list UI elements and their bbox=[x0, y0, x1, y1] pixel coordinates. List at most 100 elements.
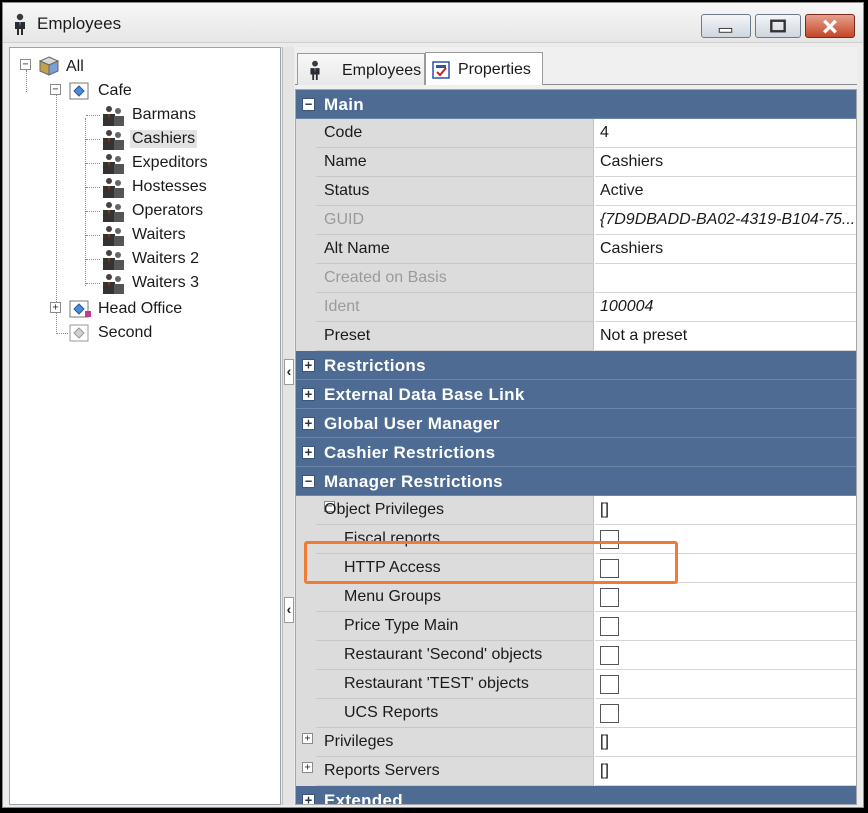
category-extended[interactable]: + Extended bbox=[296, 786, 856, 804]
expand-icon[interactable]: + bbox=[302, 359, 315, 372]
close-button[interactable] bbox=[805, 14, 855, 38]
property-row-preset[interactable]: Preset Not a preset bbox=[296, 322, 856, 351]
tree-node-group[interactable]: Operators bbox=[86, 200, 276, 222]
tree-node-all[interactable]: − All bbox=[20, 56, 220, 78]
tree-label: Hostesses bbox=[132, 178, 207, 195]
property-row-ident[interactable]: Ident 100004 bbox=[296, 293, 856, 322]
property-name: GUID bbox=[324, 211, 364, 228]
collapse-icon[interactable]: − bbox=[50, 84, 61, 95]
expand-icon[interactable]: + bbox=[50, 302, 61, 313]
property-row-status[interactable]: Status Active bbox=[296, 177, 856, 206]
expand-icon[interactable]: + bbox=[302, 417, 315, 430]
property-row-http-access[interactable]: HTTP Access bbox=[296, 554, 856, 583]
expand-icon[interactable]: + bbox=[302, 446, 315, 459]
checkbox[interactable] bbox=[600, 530, 619, 549]
property-name: Reports Servers bbox=[324, 762, 440, 779]
row-margin bbox=[296, 699, 316, 728]
expand-icon[interactable]: + bbox=[302, 794, 315, 804]
tree-node-cafe[interactable]: − Cafe bbox=[50, 80, 250, 102]
minimize-button[interactable] bbox=[701, 14, 751, 38]
checkbox[interactable] bbox=[600, 559, 619, 578]
properties-icon bbox=[432, 61, 450, 79]
tree-line bbox=[86, 211, 100, 212]
property-row-created-on-basis[interactable]: Created on Basis bbox=[296, 264, 856, 293]
property-row-menu-groups[interactable]: Menu Groups bbox=[296, 583, 856, 612]
category-external-data-base-link[interactable]: + External Data Base Link bbox=[296, 380, 856, 409]
property-row-guid[interactable]: GUID {7D9DBADD-BA02-4319-B104-75... bbox=[296, 206, 856, 235]
property-name: UCS Reports bbox=[344, 704, 439, 721]
collapse-left-icon[interactable]: ‹ bbox=[284, 597, 294, 623]
employee-icon bbox=[15, 13, 25, 35]
tree-node-group[interactable]: Waiters 2 bbox=[86, 248, 276, 270]
expand-icon[interactable]: + bbox=[302, 762, 313, 773]
property-name: Ident bbox=[324, 298, 360, 315]
collapse-left-icon[interactable]: ‹ bbox=[284, 359, 294, 385]
category-global-user-manager[interactable]: + Global User Manager bbox=[296, 409, 856, 438]
tree-node-group[interactable]: Waiters bbox=[86, 224, 276, 246]
property-row-price-type-main[interactable]: Price Type Main bbox=[296, 612, 856, 641]
property-value[interactable]: 4 bbox=[600, 124, 609, 142]
tree-label: Operators bbox=[132, 202, 204, 219]
checkbox[interactable] bbox=[600, 646, 619, 665]
collapse-icon[interactable]: − bbox=[20, 59, 31, 70]
checkbox[interactable] bbox=[600, 675, 619, 694]
property-row-restaurant-second[interactable]: Restaurant 'Second' objects bbox=[296, 641, 856, 670]
property-value[interactable]: [] bbox=[600, 762, 609, 780]
people-group-icon bbox=[103, 202, 124, 222]
property-row-privileges[interactable]: + Privileges [] bbox=[296, 728, 856, 757]
panel-splitter[interactable]: ‹ ‹ bbox=[282, 47, 294, 805]
maximize-button[interactable] bbox=[755, 14, 801, 38]
property-row-ucs-reports[interactable]: UCS Reports bbox=[296, 699, 856, 728]
tab-properties[interactable]: Properties bbox=[425, 52, 543, 85]
collapse-icon[interactable]: − bbox=[302, 98, 315, 111]
people-group-icon bbox=[103, 250, 124, 270]
property-name: Preset bbox=[324, 327, 371, 344]
category-cashier-restrictions[interactable]: + Cashier Restrictions bbox=[296, 438, 856, 467]
tree-node-group[interactable]: Barmans bbox=[86, 104, 276, 126]
expand-icon[interactable]: + bbox=[302, 388, 315, 401]
property-row-alt-name[interactable]: Alt Name Cashiers bbox=[296, 235, 856, 264]
checkbox[interactable] bbox=[600, 588, 619, 607]
property-row-reports-servers[interactable]: + Reports Servers [] bbox=[296, 757, 856, 786]
people-group-icon bbox=[103, 154, 124, 174]
property-row-name[interactable]: Name Cashiers bbox=[296, 148, 856, 177]
property-row-code[interactable]: Code 4 bbox=[296, 119, 856, 148]
property-row-object-privileges[interactable]: − Object Privileges [] bbox=[296, 496, 856, 525]
tree-line bbox=[86, 283, 100, 284]
maximize-icon bbox=[770, 19, 786, 33]
category-manager-restrictions[interactable]: − Manager Restrictions bbox=[296, 467, 856, 496]
category-restrictions[interactable]: + Restrictions bbox=[296, 351, 856, 380]
tree-node-group[interactable]: Hostesses bbox=[86, 176, 276, 198]
property-row-fiscal-reports[interactable]: Fiscal reports bbox=[296, 525, 856, 554]
property-name: Alt Name bbox=[324, 240, 390, 257]
property-name: Price Type Main bbox=[344, 617, 459, 634]
tree-label: Waiters 3 bbox=[132, 274, 199, 291]
minimize-icon bbox=[718, 27, 733, 33]
row-margin bbox=[296, 206, 316, 235]
tree-node-group[interactable]: Expeditors bbox=[86, 152, 276, 174]
category-main[interactable]: − Main bbox=[296, 90, 856, 119]
row-margin bbox=[296, 641, 316, 670]
category-label: Main bbox=[324, 95, 364, 114]
property-value[interactable]: Cashiers bbox=[600, 153, 663, 171]
property-value[interactable]: Cashiers bbox=[600, 240, 663, 258]
tree-label: Waiters bbox=[132, 226, 186, 243]
expand-icon[interactable]: + bbox=[302, 733, 313, 744]
property-name: Restaurant 'TEST' objects bbox=[344, 675, 529, 692]
people-group-icon bbox=[103, 226, 124, 246]
checkbox[interactable] bbox=[600, 704, 619, 723]
tree-node-second[interactable]: Second bbox=[50, 322, 250, 344]
tree-node-group[interactable]: Waiters 3 bbox=[86, 272, 276, 294]
tree-line bbox=[86, 187, 100, 188]
tab-employees[interactable]: Employees bbox=[297, 53, 425, 85]
property-row-restaurant-test[interactable]: Restaurant 'TEST' objects bbox=[296, 670, 856, 699]
tree-node-head-office[interactable]: + Head Office bbox=[50, 298, 250, 320]
checkbox[interactable] bbox=[600, 617, 619, 636]
property-value[interactable]: [] bbox=[600, 501, 609, 519]
collapse-icon[interactable]: − bbox=[302, 475, 315, 488]
property-value[interactable]: [] bbox=[600, 733, 609, 751]
property-value[interactable]: Active bbox=[600, 182, 644, 200]
property-value[interactable]: Not a preset bbox=[600, 327, 687, 345]
people-group-icon bbox=[103, 106, 124, 126]
tree-node-group[interactable]: Cashiers bbox=[86, 128, 276, 150]
